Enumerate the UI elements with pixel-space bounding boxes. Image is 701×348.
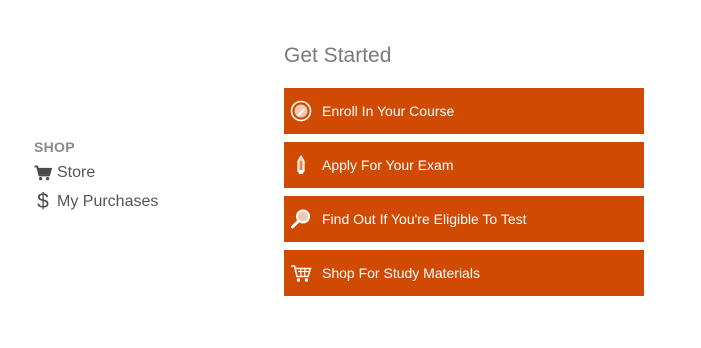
shop-study-materials-label: Shop For Study Materials — [322, 265, 480, 281]
check-eligibility-label: Find Out If You're Eligible To Test — [322, 211, 527, 227]
page-title: Get Started — [284, 44, 392, 67]
store-link[interactable]: Store — [34, 162, 158, 184]
cart-icon — [290, 262, 312, 284]
apply-exam-label: Apply For Your Exam — [322, 157, 454, 173]
pencil-icon — [290, 154, 312, 176]
magnifier-icon — [290, 208, 312, 230]
shop-study-materials-button[interactable]: Shop For Study Materials — [284, 250, 644, 296]
enroll-course-button[interactable]: Enroll In Your Course — [284, 88, 644, 134]
check-eligibility-button[interactable]: Find Out If You're Eligible To Test — [284, 196, 644, 242]
shop-sidebar: SHOP Store $ My Purchases — [34, 138, 158, 220]
pencil-badge-icon — [290, 100, 312, 122]
dollar-icon: $ — [37, 190, 49, 213]
store-label: Store — [57, 164, 96, 181]
my-purchases-label: My Purchases — [57, 193, 159, 210]
my-purchases-link[interactable]: $ My Purchases — [34, 191, 158, 213]
cart-icon — [34, 165, 52, 181]
shop-heading: SHOP — [34, 139, 75, 155]
apply-exam-button[interactable]: Apply For Your Exam — [284, 142, 644, 188]
get-started-panel: Get Started Enroll In Your Course Apply … — [284, 42, 644, 304]
enroll-course-label: Enroll In Your Course — [322, 103, 455, 119]
